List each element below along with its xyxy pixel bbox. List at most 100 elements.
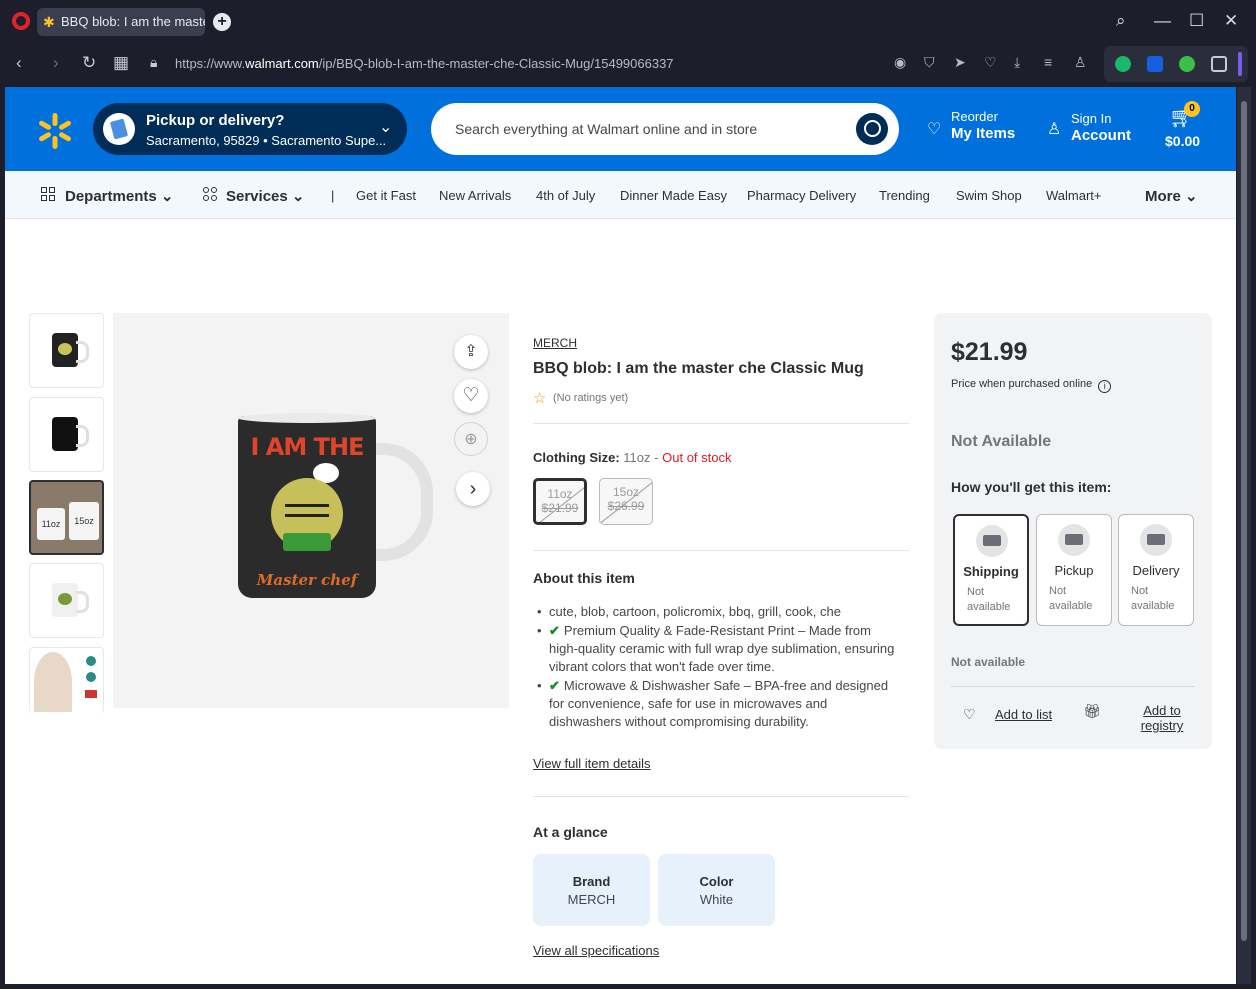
services-menu[interactable]: Services ⌄ bbox=[226, 187, 304, 205]
nav-link-get-it-fast[interactable]: Get it Fast bbox=[356, 188, 416, 203]
search-icon[interactable]: ⌕ bbox=[1116, 11, 1126, 31]
scrollbar[interactable] bbox=[1237, 87, 1251, 984]
star-outline-icon: ☆ bbox=[533, 390, 547, 407]
product-thumbnail[interactable] bbox=[29, 313, 104, 388]
divider bbox=[951, 686, 1195, 687]
fulfillment-heading: How you'll get this item: bbox=[951, 479, 1112, 495]
product-thumbnail[interactable] bbox=[29, 647, 104, 713]
mug-15oz-label: 15oz bbox=[69, 502, 99, 540]
rating-text[interactable]: (No ratings yet) bbox=[553, 392, 628, 404]
new-tab-button[interactable]: + bbox=[213, 13, 231, 31]
back-icon[interactable]: ‹ bbox=[16, 53, 22, 73]
divider bbox=[533, 550, 909, 551]
option-status: Not available bbox=[967, 586, 1011, 613]
size-option-15oz[interactable]: 15oz $26.99 bbox=[599, 478, 653, 525]
add-to-registry-link[interactable]: Add to registry bbox=[1132, 703, 1192, 733]
nav-link-4th-of-july[interactable]: 4th of July bbox=[536, 188, 595, 203]
product-thumbnail[interactable] bbox=[29, 563, 104, 638]
shield-icon[interactable]: ⛉ bbox=[924, 54, 935, 71]
sidebar-toggle[interactable] bbox=[1238, 52, 1242, 76]
pickup-delivery-selector[interactable]: Pickup or delivery? Sacramento, 95829 • … bbox=[93, 103, 407, 155]
nav-link-new-arrivals[interactable]: New Arrivals bbox=[439, 188, 511, 203]
search-button[interactable] bbox=[856, 113, 888, 145]
product-thumbnail[interactable] bbox=[29, 397, 104, 472]
nav-divider: | bbox=[331, 188, 335, 203]
profile-icon[interactable]: ♙ bbox=[1074, 54, 1087, 71]
camera-icon[interactable]: ◉ bbox=[894, 54, 906, 71]
brand-link[interactable]: MERCH bbox=[533, 336, 577, 350]
tabs-grid-icon[interactable]: ▦ bbox=[113, 53, 129, 73]
share-icon[interactable]: ⇪ bbox=[454, 335, 488, 369]
sign-in-label: Sign In bbox=[1071, 111, 1112, 126]
view-all-specs-link[interactable]: View all specifications bbox=[533, 943, 659, 958]
delivery-option[interactable]: Delivery Not available bbox=[1118, 514, 1194, 626]
scrollbar-thumb[interactable] bbox=[1241, 101, 1247, 941]
account-link[interactable]: Sign In Account bbox=[1071, 111, 1131, 144]
cube-extension-icon[interactable] bbox=[1211, 56, 1227, 72]
account-label: Account bbox=[1071, 127, 1131, 144]
cart-total[interactable]: $0.00 bbox=[1165, 133, 1200, 149]
product-thumbnail-selected[interactable]: 11oz 15oz bbox=[29, 480, 104, 555]
zoom-in-icon[interactable]: ⊕ bbox=[454, 422, 488, 456]
truck-icon bbox=[976, 525, 1008, 557]
mug-print-subtitle: Master chef bbox=[256, 571, 358, 589]
not-available-note: Not available bbox=[951, 655, 1026, 669]
menu-icon[interactable]: ≡ bbox=[1044, 54, 1052, 70]
info-icon[interactable]: i bbox=[1098, 380, 1112, 393]
send-icon[interactable]: ➤ bbox=[954, 54, 966, 71]
download-icon[interactable]: ⤓ bbox=[1014, 54, 1020, 71]
services-grid-icon bbox=[203, 187, 218, 202]
buy-box: $21.99 Price when purchased online i Not … bbox=[934, 313, 1212, 749]
size-option-price: $21.99 bbox=[541, 501, 579, 515]
close-icon[interactable]: ✕ bbox=[1224, 11, 1238, 31]
browser-tab[interactable]: ✱ BBQ blob: I am the master bbox=[37, 8, 205, 36]
view-full-details-link[interactable]: View full item details bbox=[533, 756, 651, 771]
opera-logo-icon[interactable] bbox=[12, 12, 30, 30]
checkmark-icon: ✔ bbox=[549, 623, 560, 638]
forward-icon[interactable]: › bbox=[53, 53, 59, 73]
walmart-spark-logo-icon[interactable] bbox=[35, 111, 75, 151]
shipping-option[interactable]: Shipping Not available bbox=[953, 514, 1029, 626]
favorite-heart-icon[interactable]: ♡ bbox=[454, 379, 488, 413]
reload-icon[interactable]: ↻ bbox=[82, 53, 96, 73]
size-option-11oz[interactable]: 11oz $21.99 bbox=[533, 478, 587, 525]
my-items-label: My Items bbox=[951, 125, 1016, 142]
heart-outline-icon: ♡ bbox=[927, 121, 942, 138]
search-input[interactable]: Search everything at Walmart online and … bbox=[455, 121, 757, 137]
title-bar: ✱ BBQ blob: I am the master + ⌕ — ☐ ✕ bbox=[0, 0, 1256, 44]
next-image-chevron-icon[interactable]: › bbox=[456, 472, 490, 506]
gift-icon: 🎁︎ bbox=[1083, 703, 1101, 719]
maximize-icon[interactable]: ☐ bbox=[1189, 11, 1204, 31]
divider bbox=[533, 423, 909, 424]
heart-icon[interactable]: ♡ bbox=[984, 54, 997, 71]
walmart-header: Pickup or delivery? Sacramento, 95829 • … bbox=[5, 87, 1236, 171]
nav-link-pharmacy-delivery[interactable]: Pharmacy Delivery bbox=[747, 188, 856, 203]
nav-link-swim-shop[interactable]: Swim Shop bbox=[956, 188, 1022, 203]
search-bar[interactable]: Search everything at Walmart online and … bbox=[431, 103, 899, 155]
option-status: Not available bbox=[1049, 585, 1093, 612]
bitwarden-extension-icon[interactable] bbox=[1147, 56, 1163, 72]
vpn-extension-icon[interactable] bbox=[1179, 56, 1195, 72]
pickup-title: Pickup or delivery? bbox=[146, 112, 285, 129]
pickup-location: Sacramento, 95829 • Sacramento Supe... bbox=[146, 133, 387, 148]
nav-link-dinner-made-easy[interactable]: Dinner Made Easy bbox=[620, 188, 727, 203]
mug-white-thumbnail-image bbox=[52, 583, 89, 617]
url-text[interactable]: https://www.walmart.com/ip/BBQ-blob-I-am… bbox=[175, 56, 674, 71]
about-list-item: ✔Microwave & Dishwasher Safe – BPA-free … bbox=[537, 677, 899, 731]
nav-link-trending[interactable]: Trending bbox=[879, 188, 930, 203]
delivery-bag-icon bbox=[1140, 524, 1172, 556]
add-to-list-link[interactable]: Add to list bbox=[995, 707, 1052, 722]
pickup-option[interactable]: Pickup Not available bbox=[1036, 514, 1112, 626]
lock-icon: 🔒︎ bbox=[150, 54, 158, 70]
reorder-link[interactable]: Reorder My Items bbox=[951, 109, 1015, 142]
main-product-image[interactable]: I AM THE Master chef ⇪ ♡ ⊕ › bbox=[113, 313, 509, 708]
grammarly-extension-icon[interactable] bbox=[1115, 56, 1131, 72]
glance-value: MERCH bbox=[567, 892, 616, 907]
nav-link-walmart-plus[interactable]: Walmart+ bbox=[1046, 188, 1102, 203]
more-menu[interactable]: More ⌄ bbox=[1145, 187, 1198, 205]
apron-graphic bbox=[283, 533, 331, 551]
departments-menu[interactable]: Departments ⌄ bbox=[65, 187, 173, 205]
navigation-bar: ‹ › ↻ ▦ 🔒︎ https://www.walmart.com/ip/BB… bbox=[0, 44, 1256, 84]
feature-badges-image bbox=[82, 654, 100, 708]
minimize-icon[interactable]: — bbox=[1154, 11, 1171, 31]
